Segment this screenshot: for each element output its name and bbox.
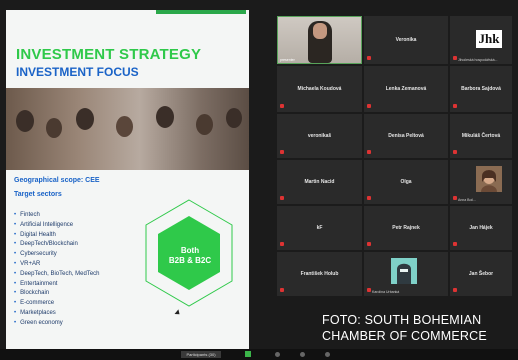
list-item: Cybersecurity xyxy=(14,250,100,260)
hexagon-label: Both B2B & B2C xyxy=(160,246,220,266)
participants-button[interactable]: Participants (30) xyxy=(181,351,221,358)
hexagon-line-1: Both xyxy=(180,246,200,255)
slide-photo xyxy=(6,88,249,170)
jhk-logo: Jhk xyxy=(476,30,502,48)
participant-tile[interactable]: Denisa Peltová xyxy=(364,114,448,158)
participant-name: Mikuláš Čertová xyxy=(461,133,501,139)
list-item: DeepTech, BioTech, MedTech xyxy=(14,270,99,280)
muted-mic-icon xyxy=(280,150,284,154)
participant-name: veronikaš xyxy=(307,133,332,139)
muted-mic-icon xyxy=(453,150,457,154)
participant-tile[interactable]: Mikuláš Čertová xyxy=(450,114,512,158)
participant-name: Petr Rajnek xyxy=(392,225,420,231)
status-icon xyxy=(245,351,251,357)
participant-name: Karolína Urbanká xyxy=(372,290,400,294)
list-item: Blockchain xyxy=(14,289,100,299)
participant-tile[interactable]: Jan Šebor xyxy=(450,252,512,296)
geographical-scope: Geographical scope: CEE xyxy=(14,177,100,184)
participant-name: Olga xyxy=(400,179,412,185)
muted-mic-icon xyxy=(280,288,284,292)
list-item: Fintech xyxy=(14,211,100,221)
participant-name: František Holub xyxy=(300,271,339,277)
participant-name: Barbora Sajdová xyxy=(461,86,501,92)
muted-mic-icon xyxy=(280,104,284,108)
participant-name: Jan Šebor xyxy=(468,271,494,277)
control-icon[interactable] xyxy=(325,352,330,357)
participant-tile[interactable]: František Holub xyxy=(277,252,362,296)
slide-top-bar xyxy=(156,10,246,14)
participant-name: Jihočeská hospodářská... xyxy=(458,58,498,62)
muted-mic-icon xyxy=(453,56,457,60)
sector-list: Fintech Artificial Intelligence Digital … xyxy=(14,211,100,329)
shared-slide: INVESTMENT STRATEGY INVESTMENT FOCUS Geo… xyxy=(6,10,249,349)
list-item: Digital Health xyxy=(14,231,100,241)
control-icon[interactable] xyxy=(275,352,280,357)
participant-tile[interactable]: Petr Rajnek xyxy=(364,206,448,250)
caption-line-1: FOTO: SOUTH BOHEMIAN xyxy=(322,313,482,327)
list-item: Entertainment xyxy=(14,280,100,290)
participant-photo xyxy=(476,166,502,192)
list-item: VR+AR xyxy=(14,260,100,270)
participant-name: Anna Boč... xyxy=(458,198,477,202)
hexagon-line-2: B2B & B2C xyxy=(168,256,212,265)
participant-name: Martin Nacid xyxy=(304,179,335,185)
muted-mic-icon xyxy=(453,196,457,200)
muted-mic-icon xyxy=(367,56,371,60)
list-item: Marketplaces xyxy=(14,309,100,319)
muted-mic-icon xyxy=(367,104,371,108)
participant-name: Lenka Zemanová xyxy=(385,86,427,92)
muted-mic-icon xyxy=(367,242,371,246)
participant-name: Denisa Peltová xyxy=(388,133,424,139)
participant-tile[interactable]: Jan Hájek xyxy=(450,206,512,250)
muted-mic-icon xyxy=(367,196,371,200)
muted-mic-icon xyxy=(453,104,457,108)
list-item: Green economy xyxy=(14,319,100,329)
meeting-toolbar: Participants (30) xyxy=(0,349,518,360)
participant-name: Veronika xyxy=(395,37,417,43)
muted-mic-icon xyxy=(453,242,457,246)
participant-tile[interactable]: Martin Nacid xyxy=(277,160,362,204)
participant-name: Jan Hájek xyxy=(469,225,493,231)
participant-tile[interactable]: Veronika xyxy=(364,16,448,64)
slide-subtitle: INVESTMENT FOCUS xyxy=(16,65,139,79)
muted-mic-icon xyxy=(367,288,371,292)
video-tile[interactable]: presenter xyxy=(277,16,362,64)
mouse-cursor-icon xyxy=(174,309,182,317)
participant-tile[interactable]: kF xyxy=(277,206,362,250)
list-item: E-commerce xyxy=(14,299,100,309)
photo-credit-caption: FOTO: SOUTH BOHEMIAN CHAMBER OF COMMERCE xyxy=(322,312,487,344)
muted-mic-icon xyxy=(453,288,457,292)
slide-title: INVESTMENT STRATEGY xyxy=(16,46,202,63)
participant-avatar xyxy=(391,258,417,284)
muted-mic-icon xyxy=(280,242,284,246)
muted-mic-icon xyxy=(280,196,284,200)
person-face xyxy=(313,23,327,39)
participant-tile[interactable]: Olga xyxy=(364,160,448,204)
participant-tile[interactable]: veronikaš xyxy=(277,114,362,158)
target-sectors-title: Target sectors xyxy=(14,191,62,198)
list-item: DeepTech/Blockchain xyxy=(14,240,100,250)
video-tile-label: presenter xyxy=(280,58,295,62)
participant-tile[interactable]: Michaela Koudová xyxy=(277,66,362,112)
muted-mic-icon xyxy=(367,150,371,154)
caption-line-2: CHAMBER OF COMMERCE xyxy=(322,329,487,343)
participant-name: kF xyxy=(316,225,323,231)
control-icon[interactable] xyxy=(300,352,305,357)
list-item: Artificial Intelligence xyxy=(14,221,100,231)
participant-tile[interactable]: Lenka Zemanová xyxy=(364,66,448,112)
participant-name: Michaela Koudová xyxy=(297,86,342,92)
participant-tile[interactable]: Barbora Sajdová xyxy=(450,66,512,112)
